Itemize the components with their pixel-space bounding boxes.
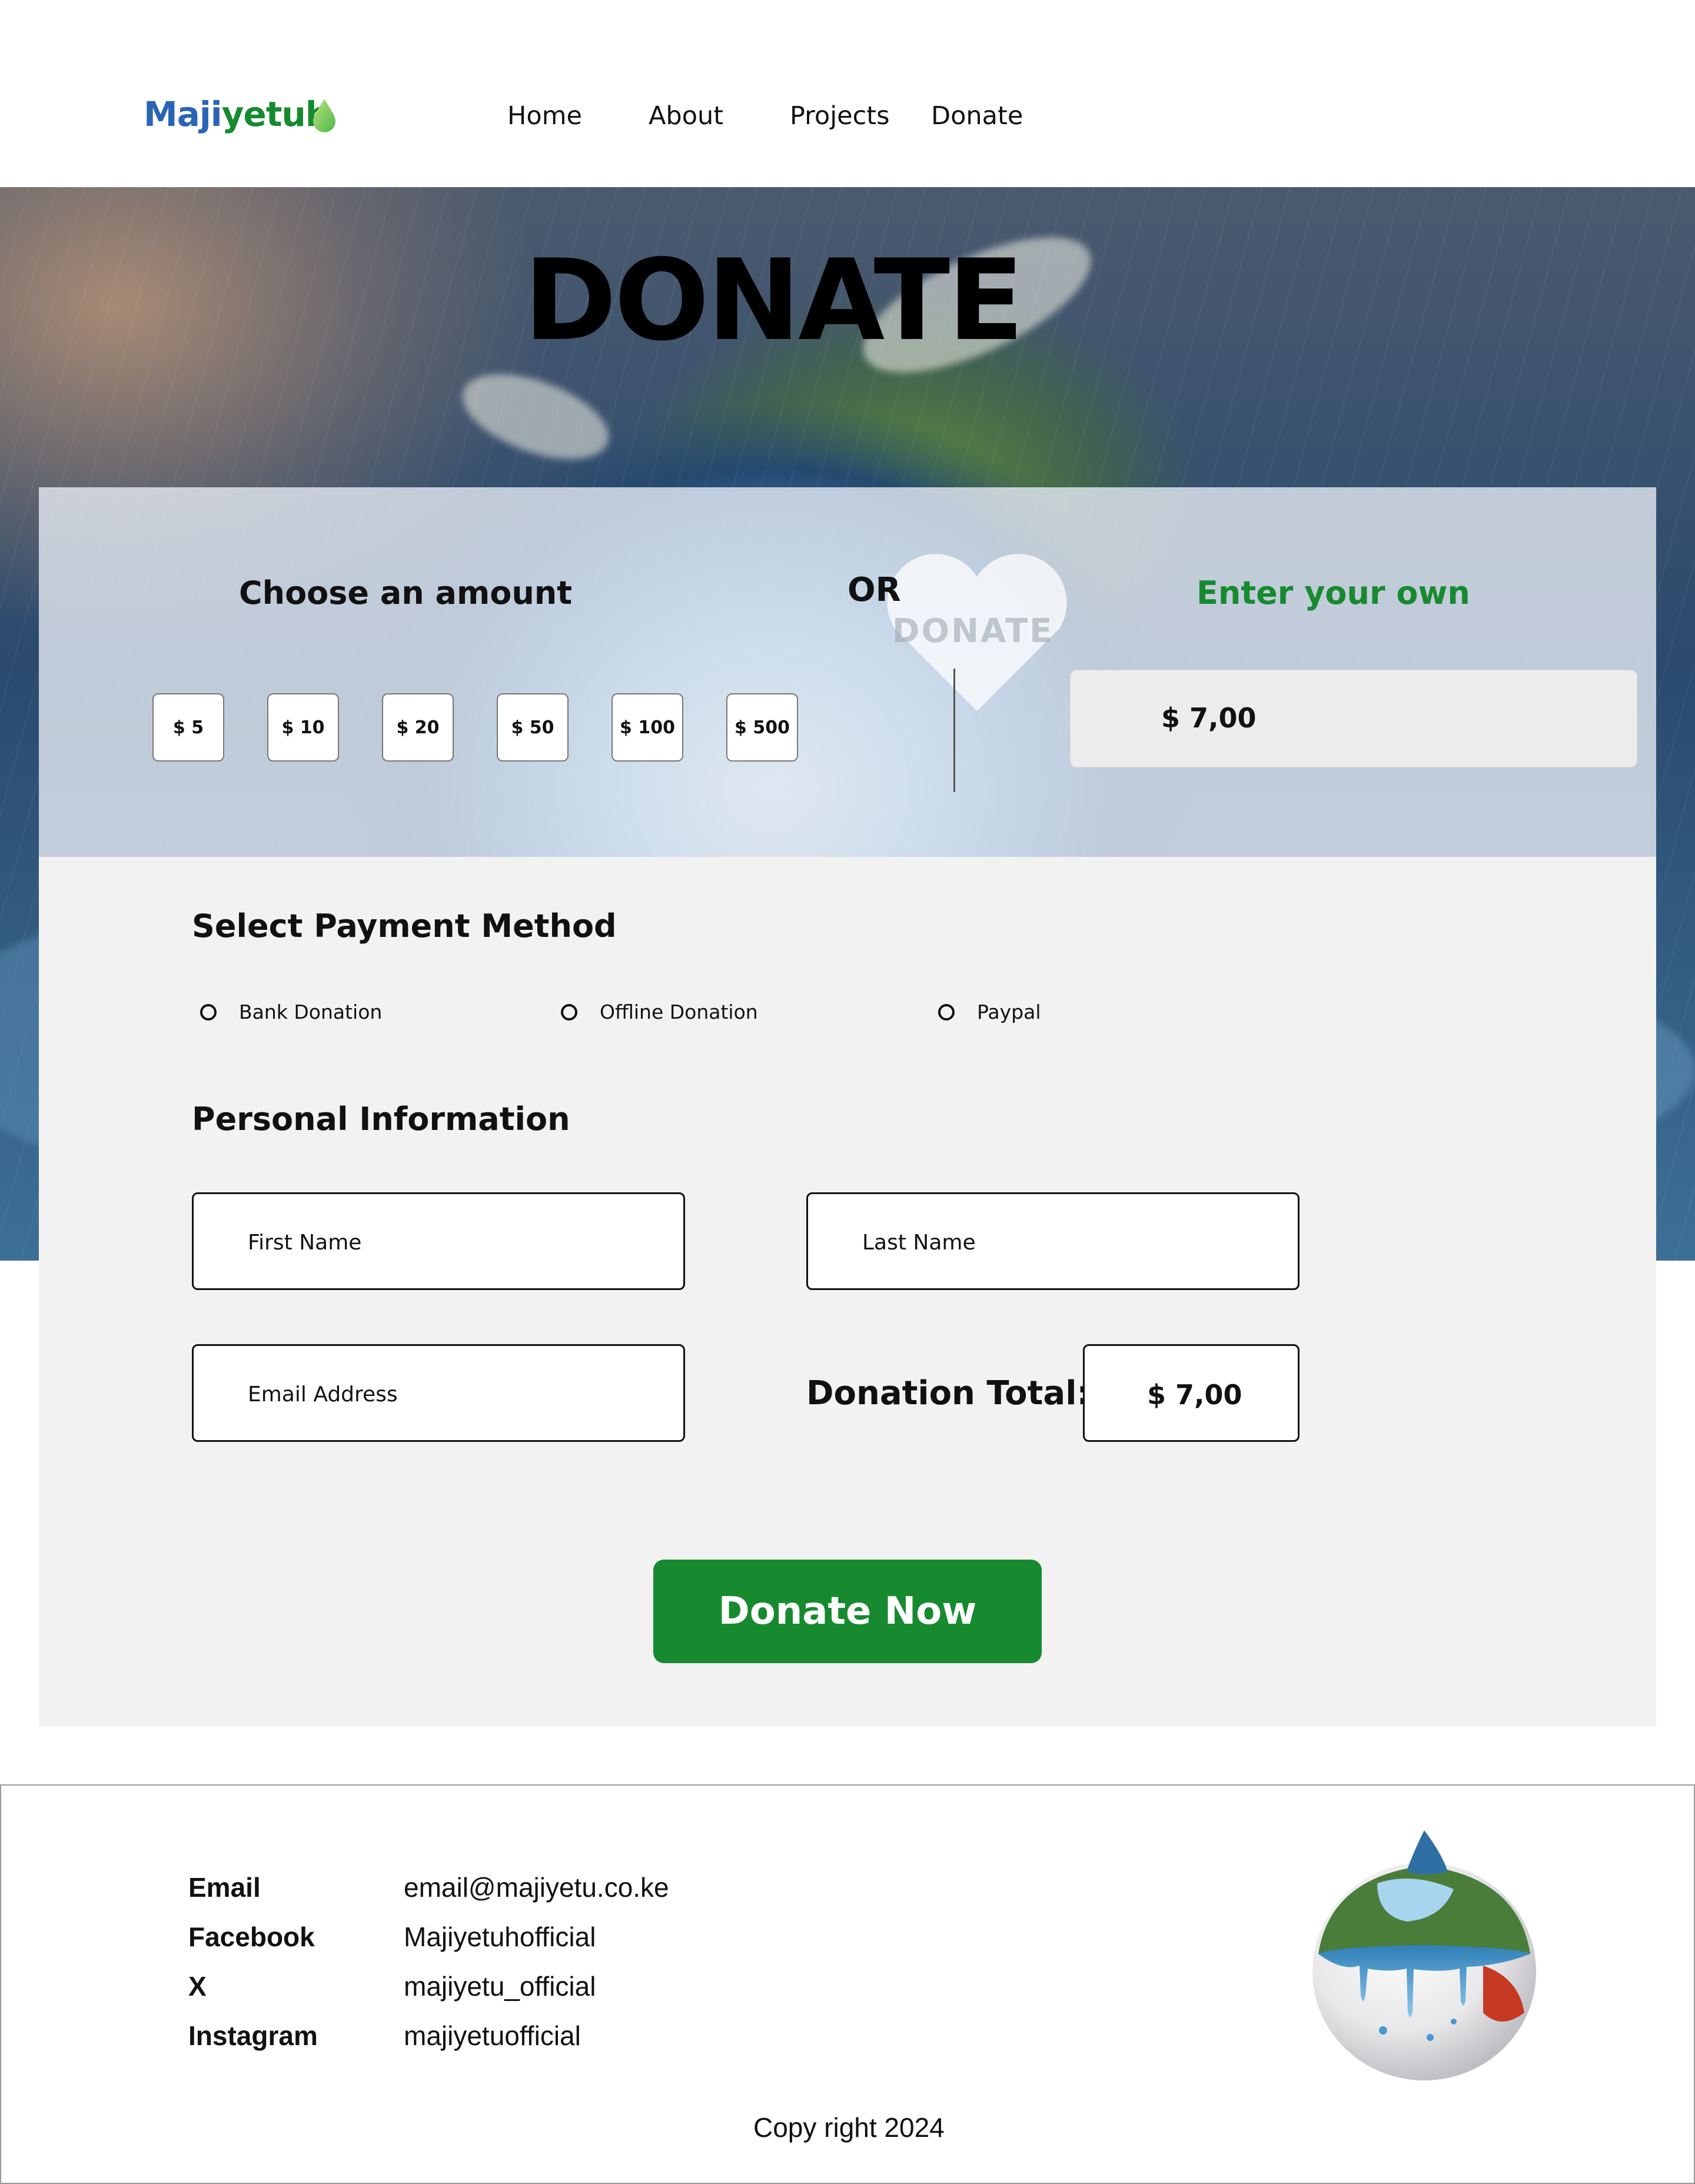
nav-home[interactable]: Home (507, 101, 582, 131)
donation-total-box: $ 7,00 (1083, 1344, 1300, 1442)
footer-email-label: Email (188, 1872, 261, 1903)
email-placeholder: Email Address (248, 1382, 398, 1407)
footer-email-value[interactable]: email@majiyetu.co.ke (404, 1871, 669, 1903)
footer-x-label: X (188, 1971, 207, 2002)
logo-text-maji: Maji (144, 94, 222, 134)
enter-own-label: Enter your own (1197, 574, 1470, 611)
radio-paypal[interactable]: Paypal (938, 1000, 1041, 1023)
radio-offline-donation[interactable]: Offline Donation (561, 1000, 758, 1023)
radio-label: Paypal (977, 1000, 1041, 1023)
radio-circle-icon (938, 1003, 955, 1020)
amount-10-button[interactable]: $ 10 (267, 693, 339, 762)
copyright-text: Copy right 2024 (753, 2112, 945, 2143)
amount-50-button[interactable]: $ 50 (497, 693, 569, 762)
footer-x-value[interactable]: majiyetu_official (404, 1970, 596, 2002)
donate-now-button[interactable]: Donate Now (653, 1560, 1042, 1663)
footer-facebook-label: Facebook (188, 1922, 315, 1952)
email-field[interactable]: Email Address (192, 1344, 685, 1442)
radio-bank-donation[interactable]: Bank Donation (200, 1000, 382, 1023)
payment-method-title: Select Payment Method (192, 907, 617, 945)
custom-amount-input[interactable]: $ 7,00 (1070, 670, 1637, 767)
choose-amount-label: Choose an amount (239, 574, 573, 611)
logo[interactable]: Majiyetuh (144, 94, 330, 134)
donation-total-label: Donation Total: (806, 1374, 1090, 1412)
page-title: DONATE (524, 235, 1024, 365)
nav-about[interactable]: About (649, 101, 723, 131)
last-name-field[interactable]: Last Name (806, 1192, 1300, 1290)
first-name-field[interactable]: First Name (192, 1192, 685, 1290)
amount-100-button[interactable]: $ 100 (611, 693, 683, 762)
last-name-placeholder: Last Name (862, 1231, 976, 1255)
amount-20-button[interactable]: $ 20 (382, 693, 454, 762)
or-label: OR (848, 571, 901, 609)
nav-donate[interactable]: Donate (931, 101, 1023, 131)
site-header: Majiyetuh Home About Projects Donate (0, 0, 1695, 187)
radio-circle-icon (200, 1003, 217, 1020)
amount-500-button[interactable]: $ 500 (726, 693, 798, 762)
heart-watermark-text: DONATE (892, 612, 1054, 650)
radio-label: Offline Donation (600, 1000, 758, 1023)
divider (953, 669, 955, 792)
footer-instagram-value[interactable]: majiyetuofficial (404, 2020, 581, 2052)
radio-label: Bank Donation (239, 1000, 383, 1023)
nav-projects[interactable]: Projects (790, 101, 890, 131)
footer-facebook-value[interactable]: Majiyetuhofficial (404, 1921, 596, 1953)
amount-5-button[interactable]: $ 5 (152, 693, 224, 762)
radio-circle-icon (561, 1003, 577, 1020)
donation-total-value: $ 7,00 (1147, 1379, 1242, 1411)
globe-drop-illustration (1312, 1830, 1536, 2080)
water-drop-icon (313, 99, 335, 132)
first-name-placeholder: First Name (248, 1231, 362, 1255)
footer-instagram-label: Instagram (188, 2020, 318, 2051)
personal-info-title: Personal Information (192, 1101, 570, 1138)
custom-amount-value: $ 7,00 (1161, 702, 1257, 734)
